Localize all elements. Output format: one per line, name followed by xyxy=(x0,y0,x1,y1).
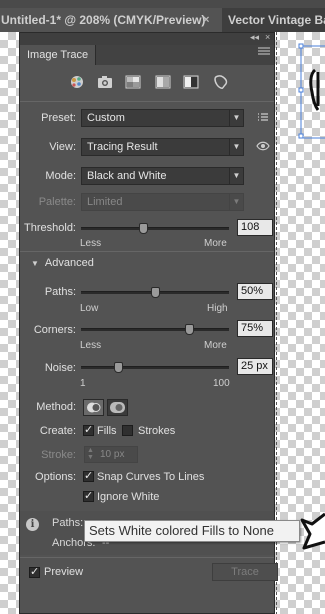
fills-label: Fills xyxy=(97,425,117,437)
noise-slider-thumb[interactable] xyxy=(114,362,123,373)
chevron-down-icon: ▼ xyxy=(229,168,243,184)
divider xyxy=(20,101,274,102)
close-icon[interactable]: × xyxy=(265,32,270,42)
preset-value: Custom xyxy=(87,112,125,124)
paths-label: Paths: xyxy=(44,286,76,298)
view-value: Tracing Result xyxy=(87,141,158,153)
create-label: Create: xyxy=(39,425,76,437)
corners-max-label: More xyxy=(204,340,227,351)
paths-min-label: Low xyxy=(80,303,99,314)
stroke-label: Stroke: xyxy=(41,449,76,461)
threshold-label: Threshold: xyxy=(24,222,76,234)
document-tab-title: Vector Vintage Ban xyxy=(228,13,325,27)
paths-field[interactable]: 50% xyxy=(237,283,273,300)
panel-title-bar[interactable]: ◂◂ × xyxy=(20,32,274,45)
palette-dropdown: Limited ▼ xyxy=(81,193,244,211)
chevron-down-icon: ▼ xyxy=(229,139,243,155)
document-tab-untitled[interactable]: Untitled-1* @ 208% (CMYK/Preview) × xyxy=(0,8,222,32)
outline-icon[interactable] xyxy=(212,73,230,91)
noise-field[interactable]: 25 px xyxy=(237,358,273,375)
grayscale-icon[interactable] xyxy=(154,73,172,91)
chevron-down-icon: ▼ xyxy=(229,194,243,210)
mode-dropdown[interactable]: Black and White ▼ xyxy=(81,167,244,185)
corners-slider[interactable] xyxy=(81,324,229,335)
ignore-white-label: Ignore White xyxy=(97,491,160,503)
threshold-min-label: Less xyxy=(80,238,102,249)
paths-slider-thumb[interactable] xyxy=(151,287,160,298)
tab-image-trace[interactable]: Image Trace xyxy=(20,45,97,65)
mode-label: Mode: xyxy=(45,170,76,182)
preview-label: Preview xyxy=(44,566,84,578)
document-tab-strip: Untitled-1* @ 208% (CMYK/Preview) × Vect… xyxy=(0,0,325,32)
view-dropdown[interactable]: Tracing Result ▼ xyxy=(81,138,244,156)
corners-slider-thumb[interactable] xyxy=(185,324,194,335)
corners-field[interactable]: 75% xyxy=(237,320,273,337)
stepper-icon: ▲ ▼ xyxy=(87,447,94,461)
preview-checkbox[interactable] xyxy=(29,565,40,578)
eye-icon[interactable] xyxy=(256,140,270,154)
threshold-max-label: More xyxy=(204,238,227,249)
preset-dropdown[interactable]: Custom ▼ xyxy=(81,109,244,127)
trace-button[interactable]: Trace xyxy=(212,563,278,581)
stroke-width-field: ▲ ▼ 10 px xyxy=(84,446,138,463)
method-label: Method: xyxy=(36,401,76,413)
noise-max-label: 100 xyxy=(213,378,230,389)
ignore-white-checkbox[interactable] xyxy=(83,489,94,502)
noise-slider[interactable] xyxy=(81,362,229,373)
options-label: Options: xyxy=(35,471,76,483)
panel-tab-row: Image Trace xyxy=(20,45,274,65)
panel-menu-icon[interactable] xyxy=(258,46,270,59)
document-tab-vector-vintage[interactable]: Vector Vintage Ban xyxy=(222,8,325,32)
noise-min-label: 1 xyxy=(80,378,86,389)
view-label: View: xyxy=(49,141,76,153)
mode-value: Black and White xyxy=(87,170,167,182)
info-icon: i xyxy=(26,518,39,531)
manage-presets-icon[interactable] xyxy=(256,111,270,125)
ignore-white-tooltip: Sets White colored Fills to None xyxy=(84,520,300,542)
chevron-down-icon: ▼ xyxy=(229,110,243,126)
low-color-icon[interactable] xyxy=(124,73,142,91)
paths-slider[interactable] xyxy=(81,287,229,298)
strokes-checkbox[interactable] xyxy=(122,425,133,436)
auto-color-icon[interactable] xyxy=(68,73,86,91)
palette-label: Palette: xyxy=(38,196,76,208)
corners-label: Corners: xyxy=(33,324,76,336)
fills-checkbox[interactable] xyxy=(83,423,94,436)
paths-max-label: High xyxy=(207,303,228,314)
advanced-toggle[interactable]: ▼ Advanced xyxy=(31,257,94,269)
artwork-star-shape xyxy=(300,512,325,550)
threshold-slider[interactable] xyxy=(81,223,229,234)
collapse-icon[interactable]: ◂◂ xyxy=(250,32,259,43)
method-abutting-button[interactable] xyxy=(83,399,104,416)
divider xyxy=(20,557,274,558)
method-overlapping-button[interactable] xyxy=(107,399,128,416)
snap-curves-checkbox[interactable] xyxy=(83,469,94,482)
threshold-field[interactable]: 108 xyxy=(237,219,273,236)
preset-buttons xyxy=(20,71,274,95)
divider xyxy=(20,251,274,252)
corners-min-label: Less xyxy=(80,340,102,351)
black-and-white-icon[interactable] xyxy=(182,73,200,91)
advanced-label: Advanced xyxy=(44,257,94,269)
artwork-selection[interactable] xyxy=(296,40,325,142)
noise-label: Noise: xyxy=(44,362,76,374)
threshold-slider-thumb[interactable] xyxy=(139,223,148,234)
high-color-icon[interactable] xyxy=(96,73,114,91)
palette-value: Limited xyxy=(87,196,123,208)
document-tab-title: Untitled-1* @ 208% (CMYK/Preview) xyxy=(1,13,206,27)
info-paths-label: Paths: xyxy=(52,517,84,529)
disclosure-triangle-icon: ▼ xyxy=(31,259,39,268)
snap-curves-label: Snap Curves To Lines xyxy=(97,471,205,483)
strokes-label: Strokes xyxy=(138,425,176,437)
preset-label: Preset: xyxy=(41,112,76,124)
close-icon[interactable]: × xyxy=(203,8,209,32)
stroke-width-value: 10 px xyxy=(100,449,125,460)
